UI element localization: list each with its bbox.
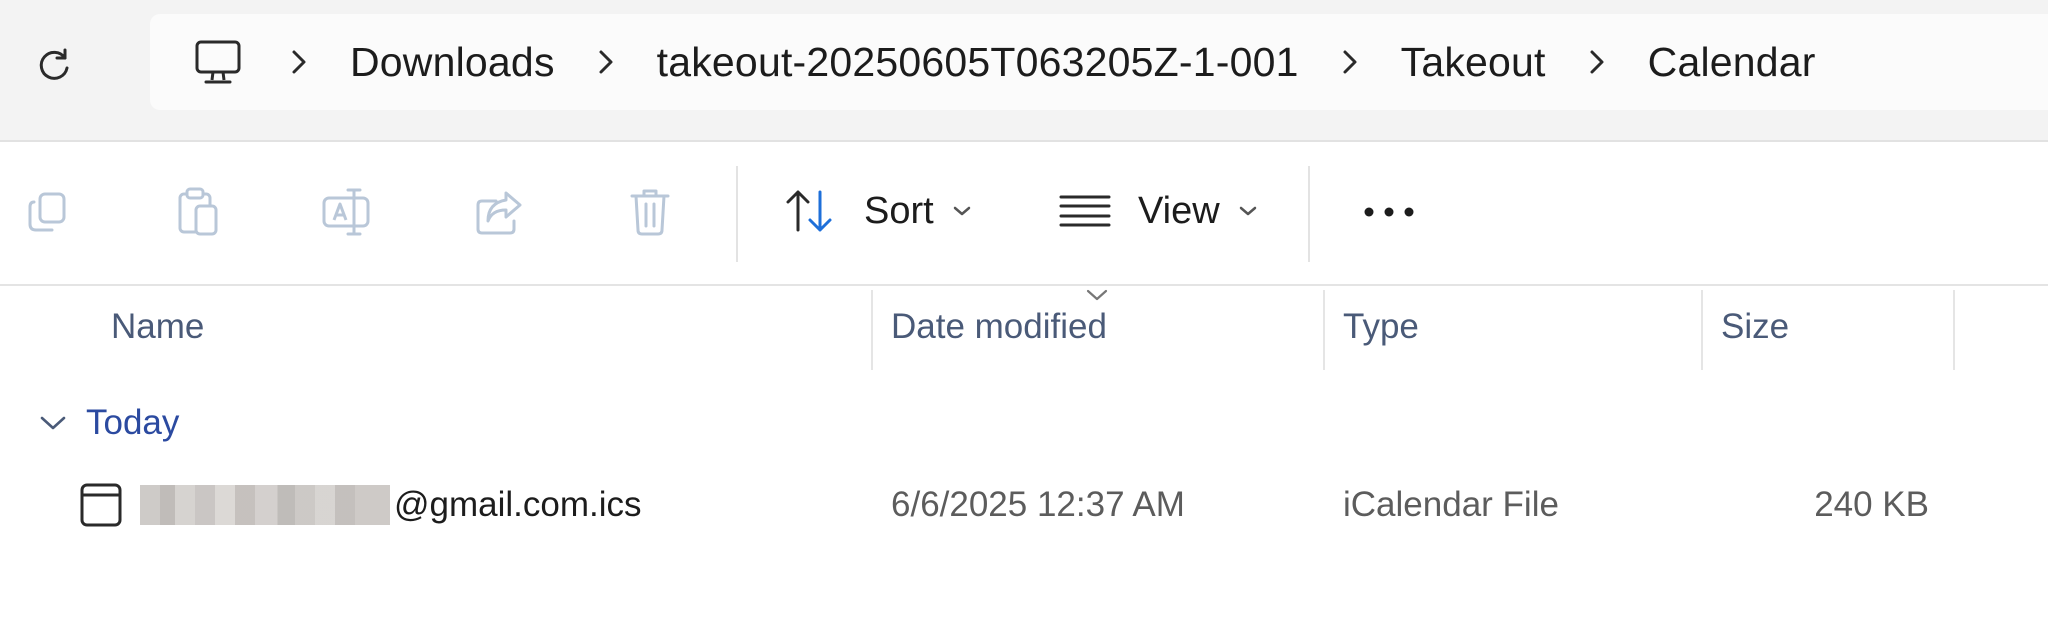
column-header-date-modified[interactable]: Date modified <box>891 286 1107 368</box>
address-bar-region: Downloads takeout-20250605T063205Z-1-001… <box>0 0 2048 142</box>
column-header-row: Name Date modified Type Size <box>0 286 2048 370</box>
chevron-down-icon <box>952 205 972 217</box>
file-size: 240 KB <box>1814 485 1929 524</box>
breadcrumb-takeout[interactable]: Takeout <box>1401 39 1546 86</box>
column-header-type[interactable]: Type <box>1343 286 1419 368</box>
delete-icon[interactable] <box>622 184 678 240</box>
more-icon <box>1364 207 1414 217</box>
column-resize-handle[interactable] <box>1953 290 1955 370</box>
address-bar[interactable]: Downloads takeout-20250605T063205Z-1-001… <box>150 14 2048 110</box>
file-name: @gmail.com.ics <box>140 470 642 540</box>
refresh-button[interactable] <box>28 40 80 92</box>
sort-label: Sort <box>864 189 934 232</box>
chevron-right-icon[interactable] <box>591 48 621 76</box>
file-type: iCalendar File <box>1343 485 1559 524</box>
breadcrumb-calendar[interactable]: Calendar <box>1648 39 1816 86</box>
redacted-username <box>140 485 390 525</box>
file-name-suffix: @gmail.com.ics <box>394 485 642 524</box>
this-pc-icon[interactable] <box>188 32 248 92</box>
column-resize-handle[interactable] <box>871 290 873 370</box>
chevron-right-icon[interactable] <box>1335 48 1365 76</box>
breadcrumb-downloads[interactable]: Downloads <box>350 39 555 86</box>
rename-icon[interactable] <box>320 184 376 240</box>
sort-button[interactable]: Sort <box>782 178 972 244</box>
paste-icon[interactable] <box>170 184 226 240</box>
share-icon[interactable] <box>472 184 528 240</box>
more-options-button[interactable] <box>1358 184 1420 240</box>
chevron-right-icon[interactable] <box>284 48 314 76</box>
calendar-file-icon <box>80 483 122 527</box>
column-resize-handle[interactable] <box>1701 290 1703 370</box>
chevron-down-icon[interactable] <box>38 414 68 432</box>
refresh-icon <box>39 48 69 80</box>
file-row[interactable]: @gmail.com.ics 6/6/2025 12:37 AM iCalend… <box>0 470 2048 540</box>
sort-icon <box>786 190 832 232</box>
group-label: Today <box>86 403 180 442</box>
view-icon <box>1059 195 1111 227</box>
chevron-down-icon <box>1238 205 1258 217</box>
file-date-modified: 6/6/2025 12:37 AM <box>891 485 1185 524</box>
group-header-today[interactable]: Today <box>38 398 179 448</box>
column-header-size[interactable]: Size <box>1721 286 1789 368</box>
column-resize-handle[interactable] <box>1323 290 1325 370</box>
command-divider <box>1308 166 1310 262</box>
chevron-right-icon[interactable] <box>1582 48 1612 76</box>
command-divider <box>736 166 738 262</box>
breadcrumb-takeout-archive[interactable]: takeout-20250605T063205Z-1-001 <box>657 39 1299 86</box>
command-bar: Sort View <box>0 142 2048 286</box>
column-header-name[interactable]: Name <box>111 286 204 368</box>
view-button[interactable]: View <box>1058 178 1258 244</box>
copy-icon[interactable] <box>20 184 76 240</box>
view-label: View <box>1138 189 1220 232</box>
